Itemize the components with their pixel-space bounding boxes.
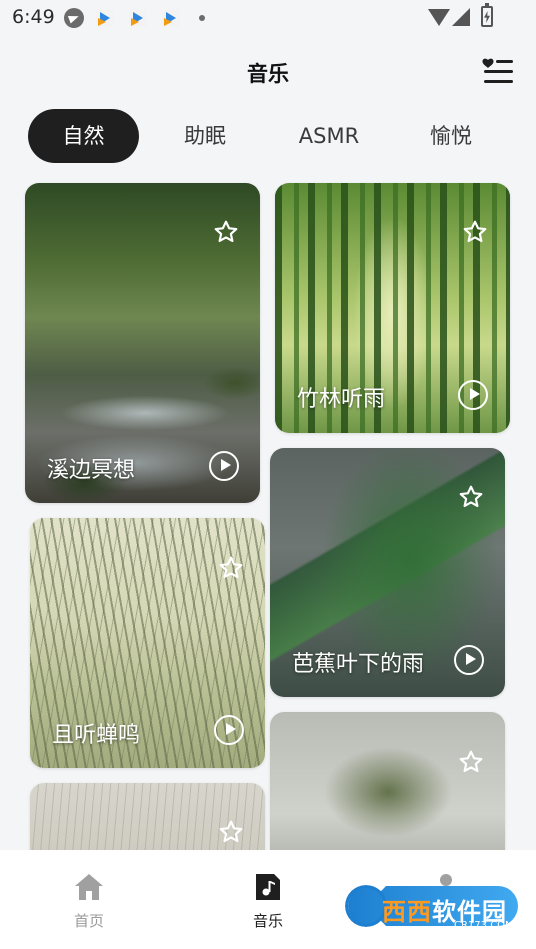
- nav-label: 首页: [73, 912, 104, 930]
- music-card[interactable]: 竹林听雨: [275, 183, 510, 433]
- playlist-button[interactable]: [482, 56, 514, 86]
- card-title: 竹林听雨: [297, 387, 386, 412]
- page-title: 音乐: [247, 62, 289, 86]
- nav-music[interactable]: 音乐: [228, 872, 308, 931]
- music-card[interactable]: 芭蕉叶下的雨: [270, 448, 505, 697]
- music-card[interactable]: 溪边冥想: [25, 183, 260, 503]
- music-card[interactable]: 且听蝉鸣: [30, 518, 265, 768]
- star-icon[interactable]: [218, 819, 244, 845]
- star-icon[interactable]: [213, 219, 239, 245]
- watermark-logo: 西西软件园 CR173.COM: [336, 872, 526, 944]
- signal-icon: [452, 8, 470, 26]
- star-icon[interactable]: [458, 749, 484, 775]
- star-icon[interactable]: [462, 219, 488, 245]
- app-icon: [96, 9, 114, 27]
- telegram-icon: [64, 8, 84, 28]
- play-icon[interactable]: [214, 715, 244, 745]
- star-icon[interactable]: [458, 484, 484, 510]
- star-icon[interactable]: [218, 555, 244, 581]
- status-time: 6:49: [12, 6, 55, 28]
- play-icon[interactable]: [458, 380, 488, 410]
- category-tabs: 自然 助眠 ASMR 愉悦: [28, 109, 518, 163]
- app-icon: [162, 9, 180, 27]
- tab-asmr[interactable]: ASMR: [281, 109, 377, 163]
- card-title: 溪边冥想: [47, 458, 136, 483]
- watermark-sub: CR173.COM: [454, 920, 514, 931]
- music-note-icon: [256, 874, 280, 900]
- tab-joyful[interactable]: 愉悦: [406, 109, 496, 163]
- home-icon: [75, 874, 103, 900]
- card-title: 芭蕉叶下的雨: [292, 652, 425, 677]
- play-icon[interactable]: [454, 645, 484, 675]
- battery-charging-icon: [481, 3, 493, 27]
- playlist-heart-icon: [482, 58, 513, 83]
- tab-nature[interactable]: 自然: [28, 109, 139, 163]
- play-icon[interactable]: [209, 451, 239, 481]
- status-bar: 6:49: [0, 0, 536, 34]
- nav-home[interactable]: 首页: [49, 872, 129, 931]
- dot-icon: [199, 15, 205, 21]
- card-title: 且听蝉鸣: [52, 723, 141, 748]
- tab-sleep[interactable]: 助眠: [160, 109, 250, 163]
- wifi-icon: [428, 9, 450, 26]
- app-icon: [129, 9, 147, 27]
- nav-label: 音乐: [252, 912, 283, 930]
